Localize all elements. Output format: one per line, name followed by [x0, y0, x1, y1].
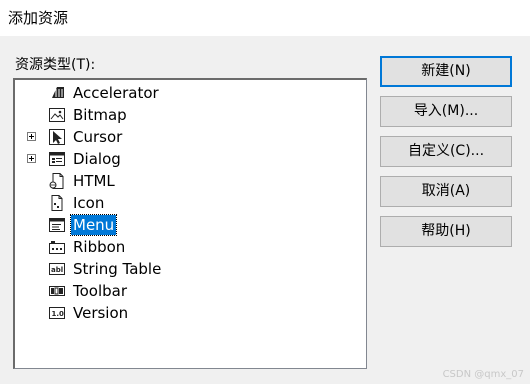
help-button[interactable]: 帮助(H) — [380, 216, 512, 247]
tree-item-cursor[interactable]: Cursor — [15, 126, 366, 148]
tree-item-ribbon[interactable]: Ribbon — [15, 236, 366, 258]
cursor-icon — [48, 128, 66, 146]
svg-text:1.0: 1.0 — [52, 310, 65, 318]
version-icon: 1.0 — [48, 304, 66, 322]
title-bar: 添加资源 — [0, 0, 530, 36]
tree-item-version[interactable]: 1.0 Version — [15, 302, 366, 324]
expand-icon[interactable] — [27, 132, 36, 141]
window-title: 添加资源 — [8, 9, 69, 27]
tree-item-icon[interactable]: Icon — [15, 192, 366, 214]
tree-item-accelerator[interactable]: Accelerator — [15, 82, 366, 104]
expand-icon[interactable] — [27, 154, 36, 163]
svg-text:abl: abl — [51, 266, 63, 274]
tree-item-label: Icon — [73, 194, 105, 212]
string-table-icon: abl — [48, 260, 66, 278]
resource-type-label: 资源类型(T): — [15, 57, 96, 73]
tree-item-label: Version — [73, 304, 129, 322]
tree-item-label: Cursor — [73, 128, 123, 146]
tree-item-label: Menu — [69, 214, 118, 236]
tree-item-label: Bitmap — [73, 106, 127, 124]
custom-button[interactable]: 自定义(C)... — [380, 136, 512, 167]
new-button[interactable]: 新建(N) — [380, 56, 512, 87]
bitmap-icon — [48, 106, 66, 124]
tree-item-label: Accelerator — [73, 84, 159, 102]
dialog-icon — [48, 150, 66, 168]
tree-item-label: HTML — [73, 172, 115, 190]
tree-item-label: Toolbar — [73, 282, 128, 300]
icon-file-icon — [48, 194, 66, 212]
tree-item-toolbar[interactable]: Toolbar — [15, 280, 366, 302]
tree-item-label: Ribbon — [73, 238, 126, 256]
import-button[interactable]: 导入(M)... — [380, 96, 512, 127]
cancel-button[interactable]: 取消(A) — [380, 176, 512, 207]
tree-item-bitmap[interactable]: Bitmap — [15, 104, 366, 126]
toolbar-icon — [48, 282, 66, 300]
tree-item-label: String Table — [73, 260, 162, 278]
ribbon-icon — [48, 238, 66, 256]
tree-item-html[interactable]: HTML — [15, 170, 366, 192]
accelerator-icon — [48, 84, 66, 102]
watermark: CSDN @qmx_07 — [442, 369, 524, 380]
resource-type-tree[interactable]: Accelerator Bitmap Cursor Dialog HTML Ic — [13, 78, 367, 369]
tree-item-menu[interactable]: Menu — [15, 214, 366, 236]
html-file-icon — [48, 172, 66, 190]
tree-item-dialog[interactable]: Dialog — [15, 148, 366, 170]
tree-item-label: Dialog — [73, 150, 121, 168]
tree-item-string-table[interactable]: abl String Table — [15, 258, 366, 280]
menu-icon — [48, 216, 66, 234]
